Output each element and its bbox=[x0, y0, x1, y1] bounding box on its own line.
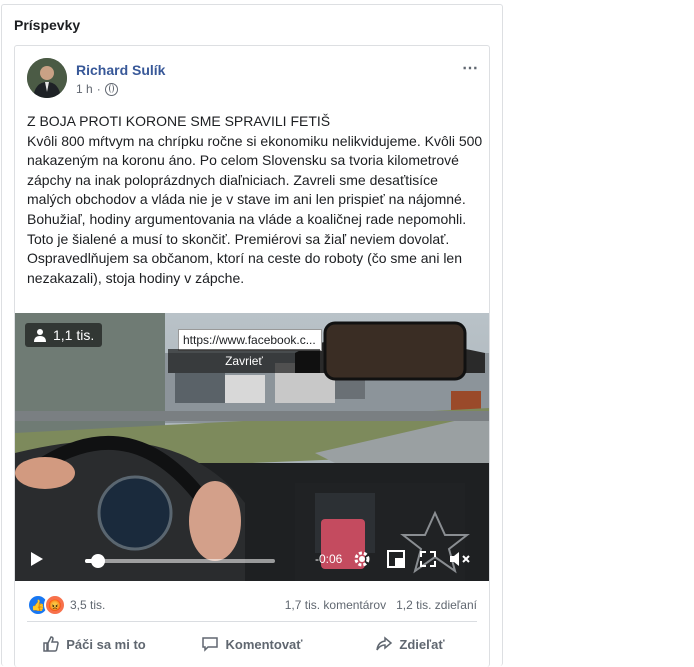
share-label: Zdieľať bbox=[399, 636, 445, 652]
post-text: Z BOJA PROTI KORONE SME SPRAVILI FETIŠ K… bbox=[27, 112, 483, 288]
public-globe-icon bbox=[104, 82, 118, 96]
reaction-summary[interactable]: 👍 😡 3,5 tis. bbox=[27, 594, 105, 616]
settings-gear-icon[interactable] bbox=[353, 550, 371, 568]
post-actions: Páči sa mi to Komentovať Zdieľať bbox=[15, 624, 489, 664]
share-button[interactable]: Zdieľať bbox=[331, 624, 489, 664]
play-icon[interactable] bbox=[31, 552, 43, 566]
post-time[interactable]: 1 h bbox=[76, 82, 93, 96]
person-icon bbox=[34, 329, 46, 342]
share-count[interactable]: 1,2 tis. zdieľaní bbox=[396, 598, 477, 612]
fullscreen-icon[interactable] bbox=[419, 550, 437, 568]
view-count-badge: 1,1 tis. bbox=[25, 323, 103, 347]
section-title: Príspevky bbox=[14, 17, 81, 33]
view-count: 1,1 tis. bbox=[53, 327, 95, 343]
video-remaining-time: -0:06 bbox=[315, 552, 343, 566]
close-tooltip-button[interactable]: Zavrieť bbox=[168, 349, 320, 373]
video-progress-bar[interactable] bbox=[85, 554, 275, 568]
like-button[interactable]: Páči sa mi to bbox=[15, 624, 173, 664]
post-paragraph: Kvôli 800 mŕtvym na chrípku ročne si eko… bbox=[27, 132, 483, 208]
comment-button[interactable]: Komentovať bbox=[173, 624, 331, 664]
posts-panel: Príspevky Richard Sulík 1 h · ⋯ Z BOJA P… bbox=[1, 4, 503, 667]
video-controls: -0:06 bbox=[15, 537, 489, 581]
post-paragraph: Bohužiaľ, hodiny argumentovania na vláde… bbox=[27, 210, 467, 286]
angry-reaction-icon: 😡 bbox=[44, 594, 66, 616]
author-avatar[interactable] bbox=[27, 58, 67, 98]
share-icon bbox=[376, 636, 393, 651]
video-player[interactable]: 1,1 tis. https://www.facebook.c... Zavri… bbox=[15, 313, 489, 581]
author-name[interactable]: Richard Sulík bbox=[76, 62, 165, 78]
thumbs-up-icon bbox=[43, 636, 60, 652]
url-tooltip: https://www.facebook.c... bbox=[178, 329, 322, 351]
mute-icon[interactable] bbox=[449, 550, 471, 568]
comment-count[interactable]: 1,7 tis. komentárov bbox=[285, 598, 386, 612]
video-scrubber[interactable] bbox=[91, 554, 106, 568]
reaction-count: 3,5 tis. bbox=[70, 598, 106, 612]
more-options-icon[interactable]: ⋯ bbox=[462, 58, 479, 78]
like-label: Páči sa mi to bbox=[66, 636, 146, 652]
post-stats: 1,7 tis. komentárov 1,2 tis. zdieľaní bbox=[285, 598, 477, 612]
divider bbox=[27, 621, 477, 622]
post-paragraph: Z BOJA PROTI KORONE SME SPRAVILI FETIŠ bbox=[27, 113, 331, 129]
picture-in-picture-icon[interactable] bbox=[387, 550, 405, 568]
post-card: Richard Sulík 1 h · ⋯ Z BOJA PROTI KORON… bbox=[14, 45, 490, 667]
post-meta: 1 h · bbox=[76, 82, 118, 96]
comment-label: Komentovať bbox=[225, 636, 303, 652]
comment-icon bbox=[202, 637, 219, 652]
